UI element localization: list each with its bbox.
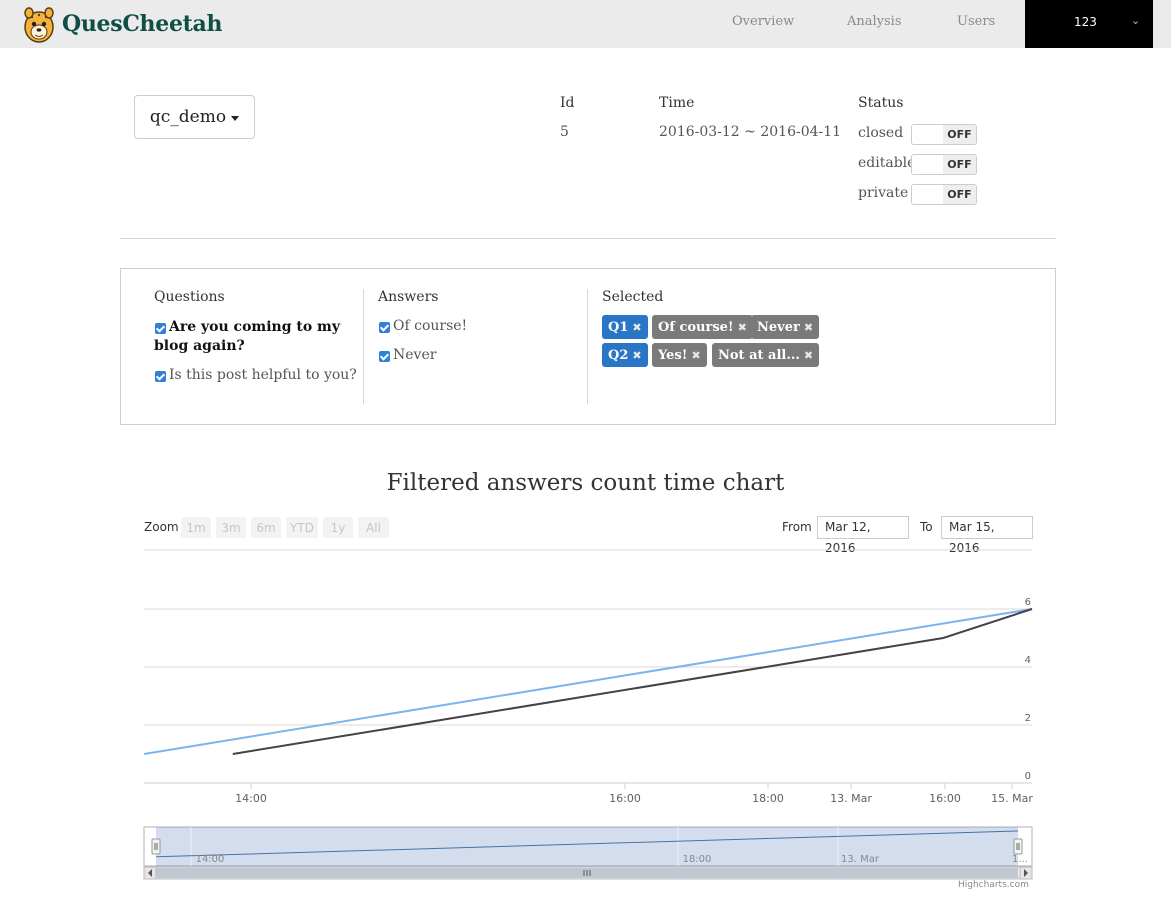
navigator-label: 1... xyxy=(1012,854,1028,865)
x-tick-label: 15. Mar xyxy=(991,792,1033,805)
x-tick-label: 14:00 xyxy=(235,792,267,805)
y-tick-label: 0 xyxy=(1025,771,1031,782)
navigator-label: 14:00 xyxy=(196,854,225,865)
x-tick-label: 16:00 xyxy=(609,792,641,805)
navigator-right-handle[interactable] xyxy=(1013,838,1023,855)
y-tick-label: 4 xyxy=(1025,655,1031,666)
x-tick-label: 13. Mar xyxy=(830,792,872,805)
series-layer xyxy=(143,608,1033,755)
navigator-right-handle-grip xyxy=(1013,838,1023,855)
navigator-mask[interactable] xyxy=(156,827,1018,866)
y-tick-label: 2 xyxy=(1025,713,1031,724)
navigator[interactable]: 14:00 18:00 13. Mar 1... xyxy=(143,826,1033,880)
navigator-label: 18:00 xyxy=(683,854,712,865)
series-line-1 xyxy=(143,608,1033,755)
y-tick-label: 6 xyxy=(1025,597,1031,608)
highcharts-credits[interactable]: Highcharts.com xyxy=(958,880,1029,890)
x-tick-label: 16:00 xyxy=(929,792,961,805)
navigator-left-handle[interactable] xyxy=(151,838,161,855)
time-chart: 0 2 4 6 14:00 16:00 18:00 13. Mar 16:00 15. Mar 1… xyxy=(143,549,1033,880)
navigator-label: 13. Mar xyxy=(841,854,880,865)
navigator-left-handle-grip xyxy=(151,838,161,855)
grid-layer xyxy=(144,549,1032,784)
x-tick-label: 18:00 xyxy=(752,792,784,805)
series-line-2 xyxy=(232,608,1033,755)
